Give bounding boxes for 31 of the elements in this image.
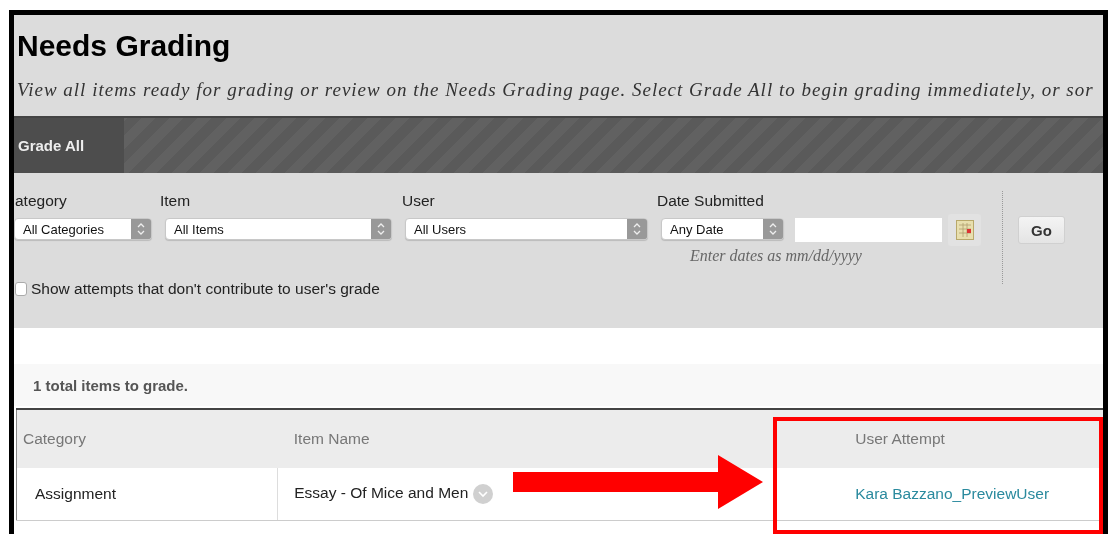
items-count: 1 total items to grade. <box>33 376 189 394</box>
column-header: Category <box>23 430 86 447</box>
date-format-hint: Enter dates as mm/dd/yyyy <box>690 247 862 265</box>
stepper-icon <box>131 219 151 239</box>
dropdown[interactable]: All Items <box>165 218 392 240</box>
dropdown[interactable]: All Users <box>405 218 648 240</box>
dropdown[interactable]: Any Date <box>661 218 784 240</box>
stepper-icon <box>371 219 391 239</box>
calendar-button[interactable] <box>948 214 981 246</box>
arrow-icon <box>513 455 763 509</box>
page-title: Needs Grading <box>17 29 231 63</box>
filter-label: ategory <box>15 191 68 211</box>
checkbox[interactable] <box>15 282 27 296</box>
column-header: Item Name <box>293 430 370 447</box>
user-attempt-link[interactable]: Kara Bazzano_PreviewUser <box>855 485 1050 502</box>
go-button[interactable]: Go <box>1018 216 1065 244</box>
filter-label: Item <box>160 191 192 211</box>
item-name: Essay - Of Mice and Men <box>294 484 469 502</box>
checkbox-label: Show attempts that don't contribute to user's grade <box>31 280 380 298</box>
filter-label: Date Submitted <box>657 191 765 211</box>
stepper-icon <box>627 219 647 239</box>
stepper-icon <box>763 219 783 239</box>
filter-label: User <box>402 191 436 211</box>
column-header: User Attempt <box>855 430 945 447</box>
date-field[interactable] <box>795 218 942 242</box>
page-description: View all items ready for grading or review on the Needs Grading page. Select Grade All to begin grading immediately, or sor <box>17 79 1094 101</box>
calendar-icon <box>955 220 974 240</box>
chevron-icon[interactable] <box>473 484 494 504</box>
table-cell: Assignment <box>35 485 116 502</box>
dropdown[interactable]: All Categories <box>14 218 152 240</box>
grade-all-button[interactable]: Grade All <box>14 118 124 173</box>
